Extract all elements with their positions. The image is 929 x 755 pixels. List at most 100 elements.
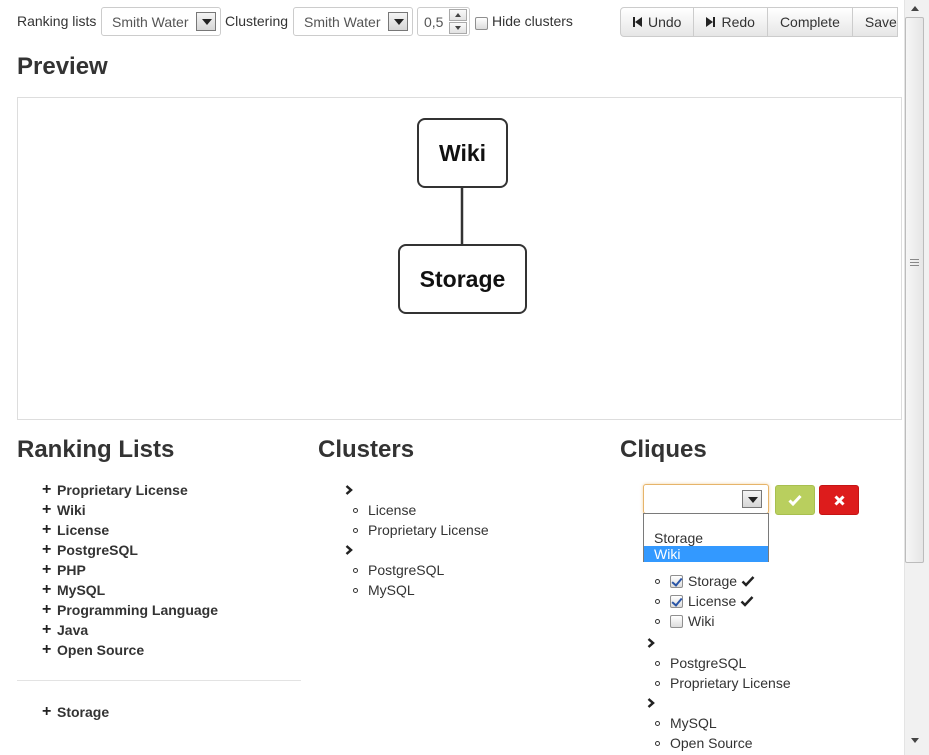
chevron-down-icon[interactable] [388,12,408,31]
bullet-icon [353,567,358,573]
cliques-heading: Cliques [620,436,707,463]
cancel-clique-button[interactable] [819,485,859,515]
clusters-heading: Clusters [318,436,415,463]
ranking-item-label: Storage [57,704,110,720]
clique-group-toggle[interactable] [647,633,791,653]
complete-button[interactable]: Complete [766,7,853,37]
ranking-algorithm-select[interactable]: Smith Water [101,7,221,36]
ranking-item[interactable]: + Wiki [42,500,218,520]
plus-icon[interactable]: + [42,582,56,598]
ranking-item[interactable]: + Java [42,620,218,640]
dropdown-option-empty[interactable] [644,514,768,530]
ranking-item[interactable]: + License [42,520,218,540]
ranking-list-secondary: + Storage [42,702,109,722]
chevron-right-icon[interactable] [647,638,655,648]
cluster-group-toggle[interactable] [345,540,489,560]
clique-item: Open Source [655,733,791,753]
bullet-icon [655,720,660,726]
plus-icon[interactable]: + [42,642,56,658]
scroll-up-icon[interactable] [910,4,920,12]
bullet-icon [655,680,660,686]
spin-down-icon[interactable] [449,22,467,34]
cluster-list: License Proprietary License PostgreSQL M… [345,480,489,600]
complete-label: Complete [779,14,840,30]
clique-checklist: Storage License Wiki [655,571,755,631]
plus-icon[interactable]: + [42,704,56,720]
spin-up-icon[interactable] [449,9,467,21]
save-label: Save [864,14,897,30]
ranking-item[interactable]: + Proprietary License [42,480,218,500]
chevron-right-icon[interactable] [345,545,353,555]
cluster-group-toggle[interactable] [345,480,489,500]
ranking-item[interactable]: + PHP [42,560,218,580]
ranking-item-label: License [57,522,110,538]
cluster-item: License [353,500,489,520]
scrollbar-grip [910,262,919,263]
bullet-icon [655,660,660,666]
hide-clusters-checkbox[interactable] [475,17,488,30]
check-icon [741,576,755,587]
clique-check-item: Storage [655,571,755,591]
clique-check-item: License [655,591,755,611]
ranking-item[interactable]: + MySQL [42,580,218,600]
ranking-item-label: Proprietary License [57,482,188,498]
chevron-right-icon[interactable] [345,485,353,495]
plus-icon[interactable]: + [42,502,56,518]
check-icon [740,596,754,607]
clique-node-select[interactable] [643,484,769,514]
clustering-algorithm-select[interactable]: Smith Water [293,7,413,36]
graph-node-wiki[interactable]: Wiki [417,118,508,188]
scrollbar-grip [910,259,919,260]
clique-checkbox-storage[interactable] [670,574,683,588]
graph-node-storage[interactable]: Storage [398,244,527,314]
plus-icon[interactable]: + [42,622,56,638]
preview-canvas[interactable]: Wiki Storage [17,97,902,420]
chevron-down-icon[interactable] [196,12,216,31]
ranking-item-label: Open Source [57,642,145,658]
confirm-clique-button[interactable] [775,485,815,515]
clique-list: PostgreSQL Proprietary License MySQL Ope… [647,633,791,753]
ranking-item[interactable]: + PostgreSQL [42,540,218,560]
ranking-item-label: PHP [57,562,86,578]
bullet-icon [655,598,660,604]
skip-forward-icon [706,17,716,27]
ranking-item[interactable]: + Storage [42,702,109,722]
clique-item: MySQL [655,713,791,733]
ranking-item[interactable]: + Programming Language [42,600,218,620]
plus-icon[interactable]: + [42,482,56,498]
plus-icon[interactable]: + [42,542,56,558]
plus-icon[interactable]: + [42,522,56,538]
save-button[interactable]: Save [851,7,898,37]
dropdown-option-storage[interactable]: Storage [644,530,768,546]
chevron-down-icon[interactable] [742,490,762,508]
ranking-item[interactable]: + Open Source [42,640,218,660]
clustering-label: Clustering [225,13,289,29]
cluster-item-label: PostgreSQL [368,562,445,578]
scrollbar-thumb[interactable] [905,17,924,563]
ranking-divider [17,680,301,681]
cluster-item-label: Proprietary License [368,522,489,538]
bullet-icon [353,527,358,533]
scrollbar-grip [910,265,919,266]
scroll-down-icon[interactable] [910,737,920,745]
undo-button[interactable]: Undo [620,7,695,37]
ranking-item-label: Wiki [57,502,86,518]
clique-group-toggle[interactable] [647,693,791,713]
threshold-spinner[interactable]: 0,5 [417,7,470,36]
plus-icon[interactable]: + [42,602,56,618]
cluster-item-label: License [368,502,417,518]
clique-item-label: Open Source [670,735,753,751]
clique-item: Proprietary License [655,673,791,693]
dropdown-option-wiki[interactable]: Wiki [644,546,768,562]
clique-checkbox-wiki[interactable] [670,614,683,628]
chevron-right-icon[interactable] [647,698,655,708]
redo-button[interactable]: Redo [693,7,768,37]
check-icon [788,494,802,506]
clique-check-label: Wiki [688,613,715,629]
plus-icon[interactable]: + [42,562,56,578]
clique-checkbox-license[interactable] [670,594,683,608]
clique-dropdown-list[interactable]: Storage Wiki [643,513,769,562]
ranking-item-label: MySQL [57,582,106,598]
cluster-item: PostgreSQL [353,560,489,580]
bullet-icon [655,740,660,746]
